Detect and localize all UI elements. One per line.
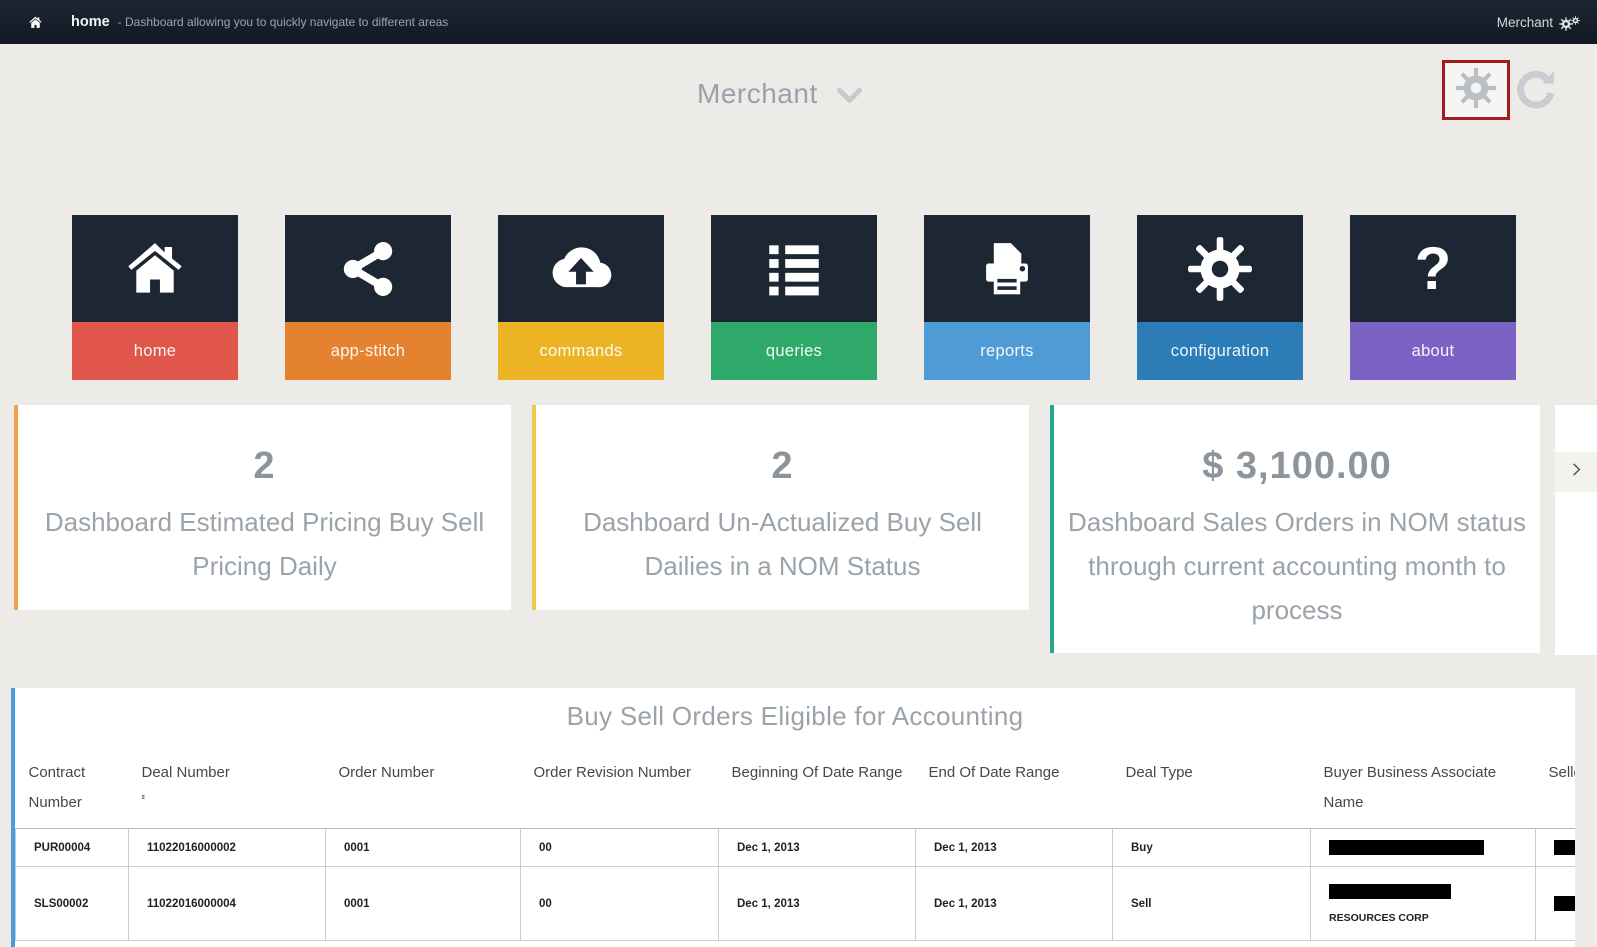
redacted-value [1554, 840, 1575, 855]
table-cell: SLS00002 [16, 867, 129, 941]
home-icon[interactable] [28, 15, 43, 30]
chevron-down-icon [836, 80, 863, 112]
table-cell: Buy [1113, 829, 1311, 867]
tile-reports[interactable]: reports [924, 215, 1090, 380]
tile-label: home [134, 342, 176, 361]
stat-label: Dashboard Estimated Pricing Buy Sell Pri… [30, 500, 499, 588]
topbar-merchant-menu[interactable]: Merchant [1497, 13, 1581, 31]
tile-label: about [1412, 342, 1455, 361]
table-cell: 00 [521, 829, 719, 867]
refresh-button[interactable] [1513, 67, 1559, 113]
orders-table: Contract NumberDeal Number²Order NumberO… [15, 756, 1575, 941]
redacted-value [1329, 884, 1451, 899]
table-cell: Sell [1113, 867, 1311, 941]
orders-panel: Buy Sell Orders Eligible for Accounting … [11, 688, 1575, 947]
column-header: Buyer Business Associate Name [1311, 756, 1536, 829]
table-cell: PUR00004 [16, 829, 129, 867]
column-header: Beginning Of Date Range [719, 756, 916, 829]
cogs-icon [1559, 13, 1581, 31]
column-header: Deal Number² [129, 756, 326, 829]
table-cell: Dec 1, 2013 [719, 867, 916, 941]
tile-label: commands [539, 342, 622, 361]
carousel-peek-card [1555, 405, 1597, 655]
tile-about[interactable]: ? about [1350, 215, 1516, 380]
table-cell: 0001 [326, 867, 521, 941]
stat-card-2: 2 Dashboard Un-Actualized Buy Sell Dailie… [532, 405, 1029, 610]
tile-label: app-stitch [331, 342, 406, 361]
stat-cards-row: 2 Dashboard Estimated Pricing Buy Sell Pr… [14, 405, 1540, 653]
table-cell: 11022016000002 [129, 829, 326, 867]
table-cell: Dec 1, 2013 [719, 829, 916, 867]
stat-value: 2 [548, 445, 1017, 488]
breadcrumb-page[interactable]: home [71, 14, 110, 30]
column-header: Deal Type [1113, 756, 1311, 829]
table-cell: 0001 [326, 829, 521, 867]
tile-label: reports [980, 342, 1033, 361]
cell-caption: RESOURCES CORP [1329, 912, 1531, 924]
question-icon: ? [1415, 239, 1452, 299]
stat-card-1: 2 Dashboard Estimated Pricing Buy Sell Pr… [14, 405, 511, 610]
carousel-next-button[interactable] [1555, 452, 1597, 492]
dashboard-title-dropdown[interactable]: Merchant [0, 78, 1560, 112]
table-cell [1536, 829, 1576, 867]
stat-value: $ 3,100.00 [1066, 445, 1528, 488]
column-header: Contract Number [16, 756, 129, 829]
table-cell [1311, 829, 1536, 867]
topbar-merchant-label: Merchant [1497, 15, 1553, 30]
stat-card-3: $ 3,100.00 Dashboard Sales Orders in NOM … [1050, 405, 1540, 653]
redacted-value [1329, 840, 1484, 855]
table-row[interactable]: SLS0000211022016000004000100Dec 1, 2013D… [16, 867, 1576, 941]
column-header: End Of Date Range [916, 756, 1113, 829]
table-cell [1536, 867, 1576, 941]
tile-label: queries [766, 342, 822, 361]
gear-icon [1187, 236, 1253, 302]
gear-icon-small [1571, 13, 1580, 28]
list-icon [761, 236, 827, 302]
column-header: Order Number [326, 756, 521, 829]
tile-queries[interactable]: queries [711, 215, 877, 380]
gear-icon [1455, 67, 1497, 114]
printer-icon [974, 236, 1040, 302]
page-title: Merchant [697, 78, 818, 109]
tile-home[interactable]: home [72, 215, 238, 380]
column-header: Order Revision Number [521, 756, 719, 829]
tile-configuration[interactable]: configuration [1137, 215, 1303, 380]
home-icon [122, 236, 188, 302]
page-description: - Dashboard allowing you to quickly navi… [118, 15, 449, 29]
table-cell: Dec 1, 2013 [916, 867, 1113, 941]
table-title: Buy Sell Orders Eligible for Accounting [15, 701, 1575, 732]
redacted-value [1554, 896, 1575, 911]
tile-label: configuration [1171, 342, 1269, 361]
column-header: Seller Business Associate Name [1536, 756, 1576, 829]
table-cell: Dec 1, 2013 [916, 829, 1113, 867]
settings-button[interactable] [1442, 60, 1510, 120]
stat-label: Dashboard Sales Orders in NOM status thr… [1066, 500, 1528, 632]
share-icon [335, 236, 401, 302]
stat-value: 2 [30, 445, 499, 488]
header-actions [1442, 60, 1559, 120]
nav-tiles: home app-stitch commands queries reports conf… [72, 215, 1516, 380]
chevron-right-icon [1568, 461, 1585, 483]
tile-commands[interactable]: commands [498, 215, 664, 380]
cloud-upload-icon [548, 236, 614, 302]
stat-label: Dashboard Un-Actualized Buy Sell Dailies… [548, 500, 1017, 588]
table-row[interactable]: PUR0000411022016000002000100Dec 1, 2013D… [16, 829, 1576, 867]
tile-app-stitch[interactable]: app-stitch [285, 215, 451, 380]
table-cell: 11022016000004 [129, 867, 326, 941]
table-cell: 00 [521, 867, 719, 941]
topbar: home - Dashboard allowing you to quickly… [0, 0, 1597, 44]
table-cell: RESOURCES CORP [1311, 867, 1536, 941]
